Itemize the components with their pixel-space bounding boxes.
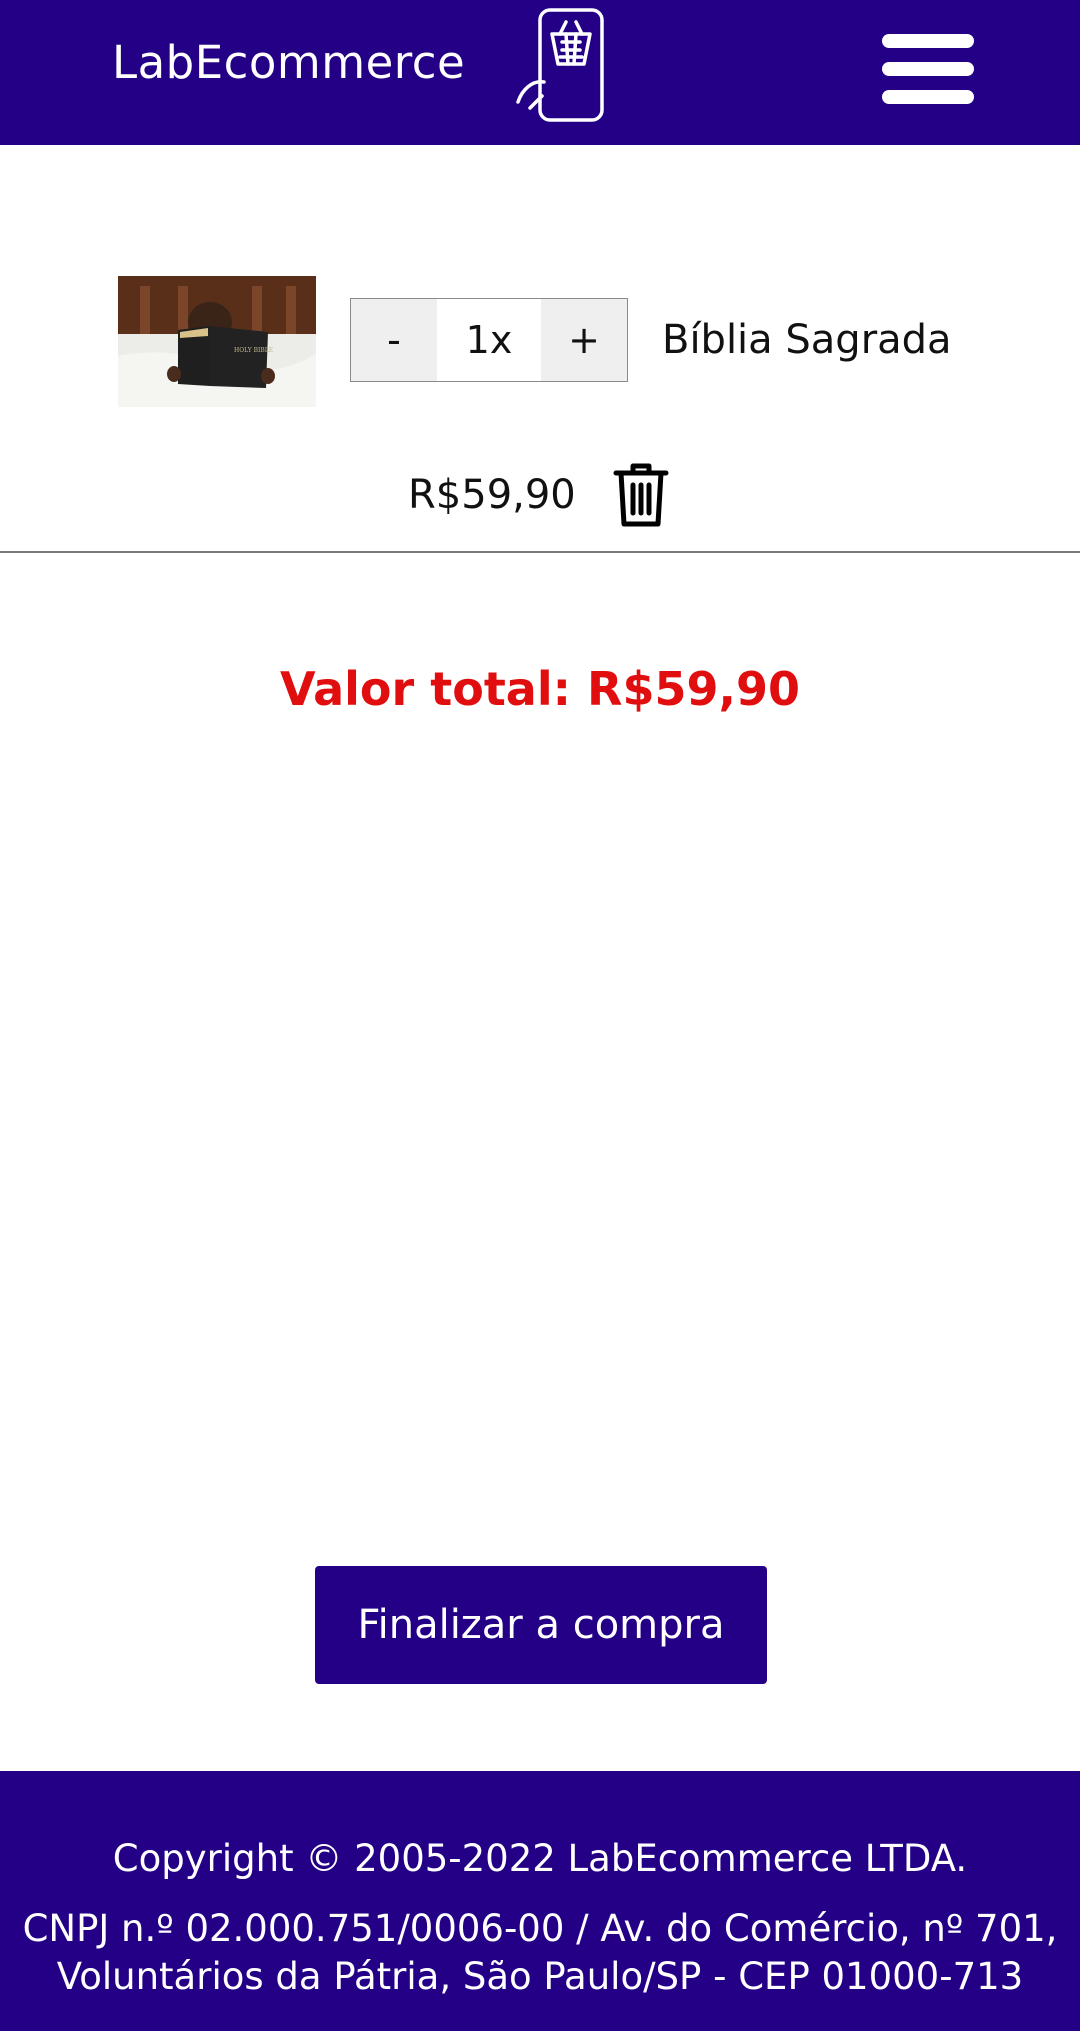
checkout-button[interactable]: Finalizar a compra — [315, 1566, 767, 1684]
increment-button[interactable]: + — [541, 299, 627, 381]
footer-address: CNPJ n.º 02.000.751/0006-00 / Av. do Com… — [22, 1907, 1058, 1998]
logo-text[interactable]: LabEcommerce — [112, 36, 465, 89]
product-name: Bíblia Sagrada — [662, 317, 952, 363]
decrement-button[interactable]: - — [351, 299, 437, 381]
page-footer: Copyright © 2005-2022 LabEcommerce LTDA.… — [0, 1771, 1080, 2031]
quantity-stepper: - 1x + — [350, 298, 628, 382]
app-header: LabEcommerce — [0, 0, 1080, 145]
product-price: R$59,90 — [408, 472, 576, 518]
total-value: Valor total: R$59,90 — [280, 662, 800, 716]
divider — [0, 551, 1080, 553]
trash-icon[interactable] — [612, 461, 670, 529]
quantity-value: 1x — [437, 299, 541, 381]
book-cover-text: HOLY BIBLE — [234, 347, 273, 354]
phone-basket-icon — [516, 8, 604, 122]
hamburger-menu-icon[interactable] — [882, 34, 976, 104]
cart-item: HOLY BIBLE - 1x + Bíblia Sagrada R$59,90 — [0, 145, 1080, 552]
footer-copyright: Copyright © 2005-2022 LabEcommerce LTDA. — [112, 1837, 968, 1880]
product-image: HOLY BIBLE — [118, 276, 316, 407]
